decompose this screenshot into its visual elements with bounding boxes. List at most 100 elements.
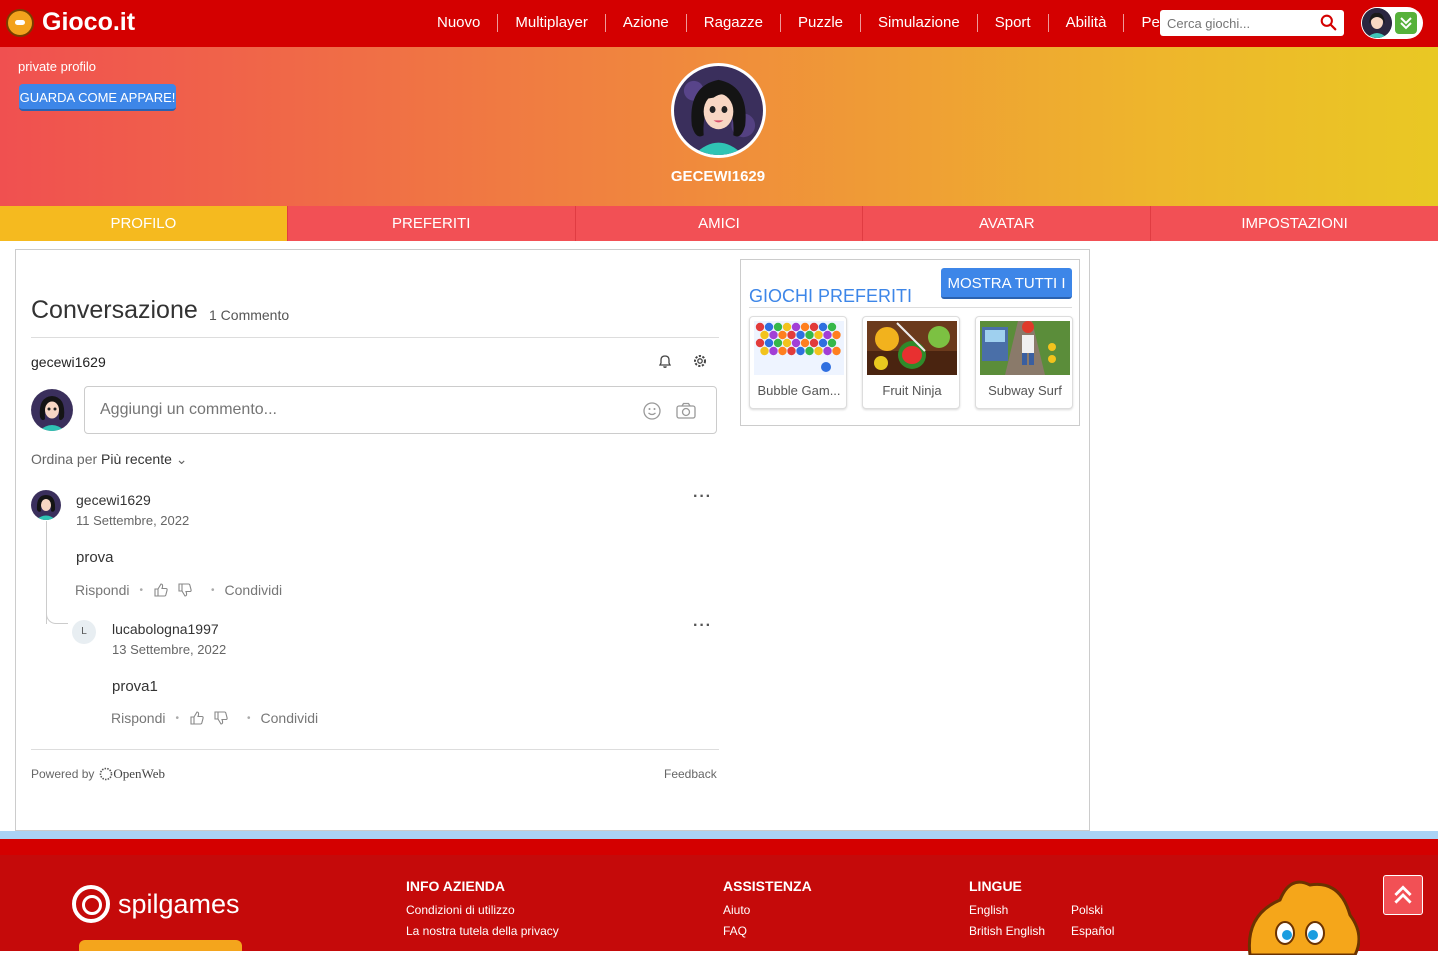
openweb-logo[interactable]: OpenWeb bbox=[99, 766, 165, 782]
nav-item-abilita[interactable]: Abilità bbox=[1049, 14, 1125, 32]
comment-actions: Rispondi • • Condividi bbox=[111, 710, 318, 726]
nav-item-ragazze[interactable]: Ragazze bbox=[687, 14, 781, 32]
tab-profilo[interactable]: PROFILO bbox=[0, 206, 288, 241]
footer-link-privacy[interactable]: La nostra tutela della privacy bbox=[406, 924, 559, 938]
comment-author[interactable]: gecewi1629 bbox=[76, 492, 151, 508]
mascot-logo-icon bbox=[6, 8, 34, 37]
thumbs-down-icon[interactable] bbox=[177, 582, 193, 598]
profile-hero: private profilo GUARDA COME APPARE! GECE… bbox=[0, 47, 1438, 206]
comment-count: 1 Commento bbox=[209, 307, 290, 323]
separator: • bbox=[175, 712, 179, 724]
lang-british-english[interactable]: British English bbox=[969, 924, 1045, 938]
emoji-icon[interactable] bbox=[642, 401, 662, 421]
reply-button[interactable]: Rispondi bbox=[111, 710, 165, 726]
game-name: Fruit Ninja bbox=[882, 383, 942, 398]
footer-lang-title: LINGUE bbox=[969, 878, 1022, 894]
thumbs-up-icon[interactable] bbox=[153, 582, 169, 598]
comment-input[interactable] bbox=[100, 399, 620, 421]
divider bbox=[31, 337, 719, 338]
footer-badge bbox=[79, 940, 242, 951]
view-as-button[interactable]: GUARDA COME APPARE! bbox=[19, 84, 176, 111]
user-menu[interactable] bbox=[1361, 7, 1423, 39]
lang-espanol[interactable]: Español bbox=[1071, 924, 1114, 938]
search-icon[interactable] bbox=[1320, 14, 1337, 31]
thumbs-up-icon[interactable] bbox=[189, 710, 205, 726]
divider bbox=[31, 749, 719, 750]
nav-item-multiplayer[interactable]: Multiplayer bbox=[498, 14, 606, 32]
powered-by: Powered by OpenWeb bbox=[31, 766, 165, 782]
spilgames-logo[interactable]: spilgames bbox=[72, 885, 240, 923]
share-button[interactable]: Condividi bbox=[225, 582, 283, 598]
avatar bbox=[31, 389, 73, 431]
thumbs-down-icon[interactable] bbox=[213, 710, 229, 726]
bell-icon[interactable] bbox=[657, 353, 673, 369]
camera-icon[interactable] bbox=[675, 401, 697, 421]
openweb-icon bbox=[100, 767, 113, 781]
scroll-to-top-button[interactable] bbox=[1383, 875, 1423, 915]
site-logo[interactable]: Gioco.it bbox=[6, 8, 135, 37]
game-card-subway-surf[interactable]: Subway Surf bbox=[975, 316, 1073, 409]
reply-button[interactable]: Rispondi bbox=[75, 582, 129, 598]
sort-label: Ordina per bbox=[31, 451, 98, 467]
footer-top-band bbox=[0, 839, 1438, 855]
search-input[interactable] bbox=[1160, 10, 1310, 36]
nav-item-simulazione[interactable]: Simulazione bbox=[861, 14, 978, 32]
favorite-games-panel: GIOCHI PREFERITI MOSTRA TUTTI I Bubble G… bbox=[740, 259, 1080, 426]
comment-actions: Rispondi • • Condividi bbox=[75, 582, 282, 598]
sort-control[interactable]: Ordina per Più recente ⌄ bbox=[31, 451, 188, 468]
comment-text: prova bbox=[76, 549, 114, 566]
more-options-icon[interactable]: ··· bbox=[693, 617, 712, 635]
mascot-icon bbox=[1247, 880, 1360, 955]
footer-link-terms[interactable]: Condizioni di utilizzo bbox=[406, 903, 515, 917]
separator: • bbox=[211, 584, 215, 596]
spilgames-wordmark: spilgames bbox=[118, 888, 240, 919]
footer-link-faq[interactable]: FAQ bbox=[723, 924, 747, 938]
profile-content-card: Conversazione 1 Commento gecewi1629 Ordi… bbox=[15, 249, 1090, 831]
nav-item-puzzle[interactable]: Puzzle bbox=[781, 14, 861, 32]
sort-value: Più recente bbox=[101, 451, 172, 467]
nav-item-nuovo[interactable]: Nuovo bbox=[420, 14, 499, 32]
thread-connector bbox=[46, 608, 68, 624]
lang-polski[interactable]: Polski bbox=[1071, 903, 1103, 917]
separator: • bbox=[139, 584, 143, 596]
game-thumbnail bbox=[754, 321, 844, 375]
chevron-up-icon bbox=[1394, 885, 1412, 904]
profile-avatar bbox=[671, 63, 766, 158]
share-button[interactable]: Condividi bbox=[261, 710, 319, 726]
powered-by-label: Powered by bbox=[31, 767, 95, 781]
profile-tabs: PROFILO PREFERITI AMICI AVATAR IMPOSTAZI… bbox=[0, 206, 1438, 241]
separator: • bbox=[247, 712, 251, 724]
avatar: L bbox=[72, 620, 96, 644]
nav-item-sport[interactable]: Sport bbox=[978, 14, 1049, 32]
comment-date: 11 Settembre, 2022 bbox=[76, 513, 190, 528]
tab-preferiti[interactable]: PREFERITI bbox=[287, 206, 576, 241]
chevron-down-icon[interactable] bbox=[1395, 12, 1417, 34]
profile-username: GECEWI1629 bbox=[670, 168, 766, 185]
more-options-icon[interactable]: ··· bbox=[693, 488, 712, 506]
conversation-title: Conversazione bbox=[31, 296, 198, 324]
footer: spilgames INFO AZIENDA Condizioni di uti… bbox=[0, 839, 1438, 955]
footer-info-title: INFO AZIENDA bbox=[406, 878, 506, 894]
show-all-button[interactable]: MOSTRA TUTTI I bbox=[941, 268, 1072, 299]
feedback-link[interactable]: Feedback bbox=[664, 767, 717, 781]
game-card-bubble[interactable]: Bubble Gam... bbox=[749, 316, 847, 409]
lang-english[interactable]: English bbox=[969, 903, 1008, 917]
tab-impostazioni[interactable]: IMPOSTAZIONI bbox=[1151, 206, 1438, 241]
openweb-label: OpenWeb bbox=[113, 766, 166, 781]
favorite-games-title: GIOCHI PREFERITI bbox=[749, 286, 913, 306]
current-user-name: gecewi1629 bbox=[31, 354, 106, 370]
category-nav: Nuovo Multiplayer Azione Ragazze Puzzle … bbox=[420, 14, 1198, 32]
comment-box bbox=[84, 386, 717, 434]
tab-amici[interactable]: AMICI bbox=[575, 206, 864, 241]
nav-item-azione[interactable]: Azione bbox=[606, 14, 687, 32]
comment-author[interactable]: lucabologna1997 bbox=[112, 621, 219, 637]
gear-icon[interactable] bbox=[692, 353, 708, 369]
game-card-fruit-ninja[interactable]: Fruit Ninja bbox=[862, 316, 960, 409]
brand-name: Gioco.it bbox=[42, 8, 136, 36]
footer-link-help[interactable]: Aiuto bbox=[723, 903, 750, 917]
game-name: Subway Surf bbox=[988, 383, 1062, 398]
top-navigation-bar: Gioco.it Nuovo Multiplayer Azione Ragazz… bbox=[0, 0, 1438, 47]
tab-avatar[interactable]: AVATAR bbox=[863, 206, 1152, 241]
footer-divider bbox=[0, 831, 1438, 839]
comment-date: 13 Settembre, 2022 bbox=[112, 642, 227, 657]
